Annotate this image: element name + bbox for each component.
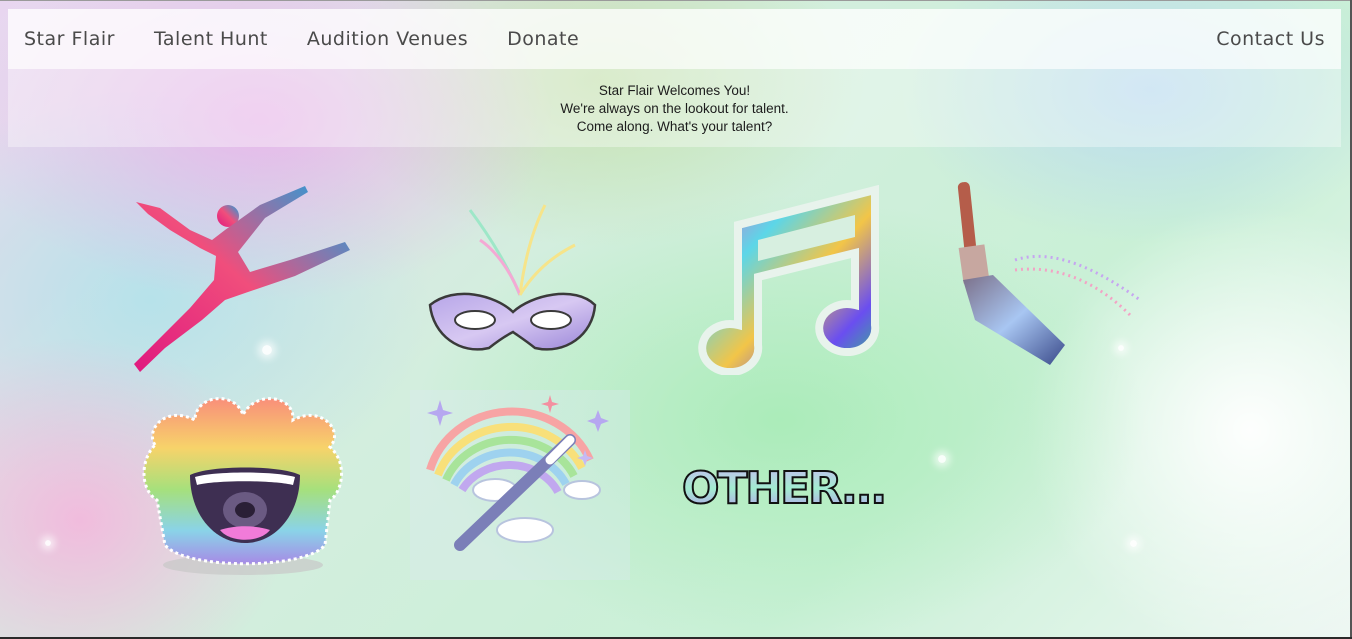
welcome-title: Star Flair Welcomes You! — [598, 83, 751, 98]
paintbrush-icon — [957, 182, 1141, 365]
drama-mask-icon — [428, 204, 597, 351]
dancer-icon — [134, 186, 350, 372]
sparkle-decoration — [938, 455, 946, 463]
welcome-banner: Star Flair Welcomes You! We're always on… — [8, 69, 1341, 147]
other-text-icon: OTHER... — [681, 462, 888, 515]
top-navbar: Star Flair Talent Hunt Audition Venues D… — [8, 9, 1341, 69]
laughing-face-icon — [142, 397, 344, 575]
talent-dance-tile[interactable] — [130, 180, 355, 380]
talent-comedy-tile[interactable] — [135, 385, 350, 580]
magic-wand-rainbow-icon — [410, 390, 630, 580]
other-label: OTHER... — [682, 463, 885, 514]
nav-contact-us-link[interactable]: Contact Us — [1216, 28, 1325, 50]
music-note-icon — [698, 185, 880, 375]
nav-audition-venues-link[interactable]: Audition Venues — [307, 28, 468, 50]
sparkle-decoration — [45, 540, 51, 546]
talent-drama-tile[interactable] — [425, 200, 600, 360]
nav-donate-link[interactable]: Donate — [507, 28, 579, 50]
nav-talent-hunt-link[interactable]: Talent Hunt — [154, 28, 268, 50]
talent-music-tile[interactable] — [680, 185, 885, 375]
sparkle-decoration — [1130, 540, 1137, 547]
talent-other-tile[interactable]: OTHER... — [680, 455, 890, 515]
talent-art-tile[interactable] — [955, 180, 1145, 375]
welcome-subtitle: We're always on the lookout for talent. — [560, 101, 789, 116]
window-top-border — [0, 0, 1352, 1]
talent-magic-tile[interactable] — [410, 390, 630, 580]
welcome-prompt: Come along. What's your talent? — [576, 119, 773, 134]
nav-brand-link[interactable]: Star Flair — [24, 28, 115, 50]
